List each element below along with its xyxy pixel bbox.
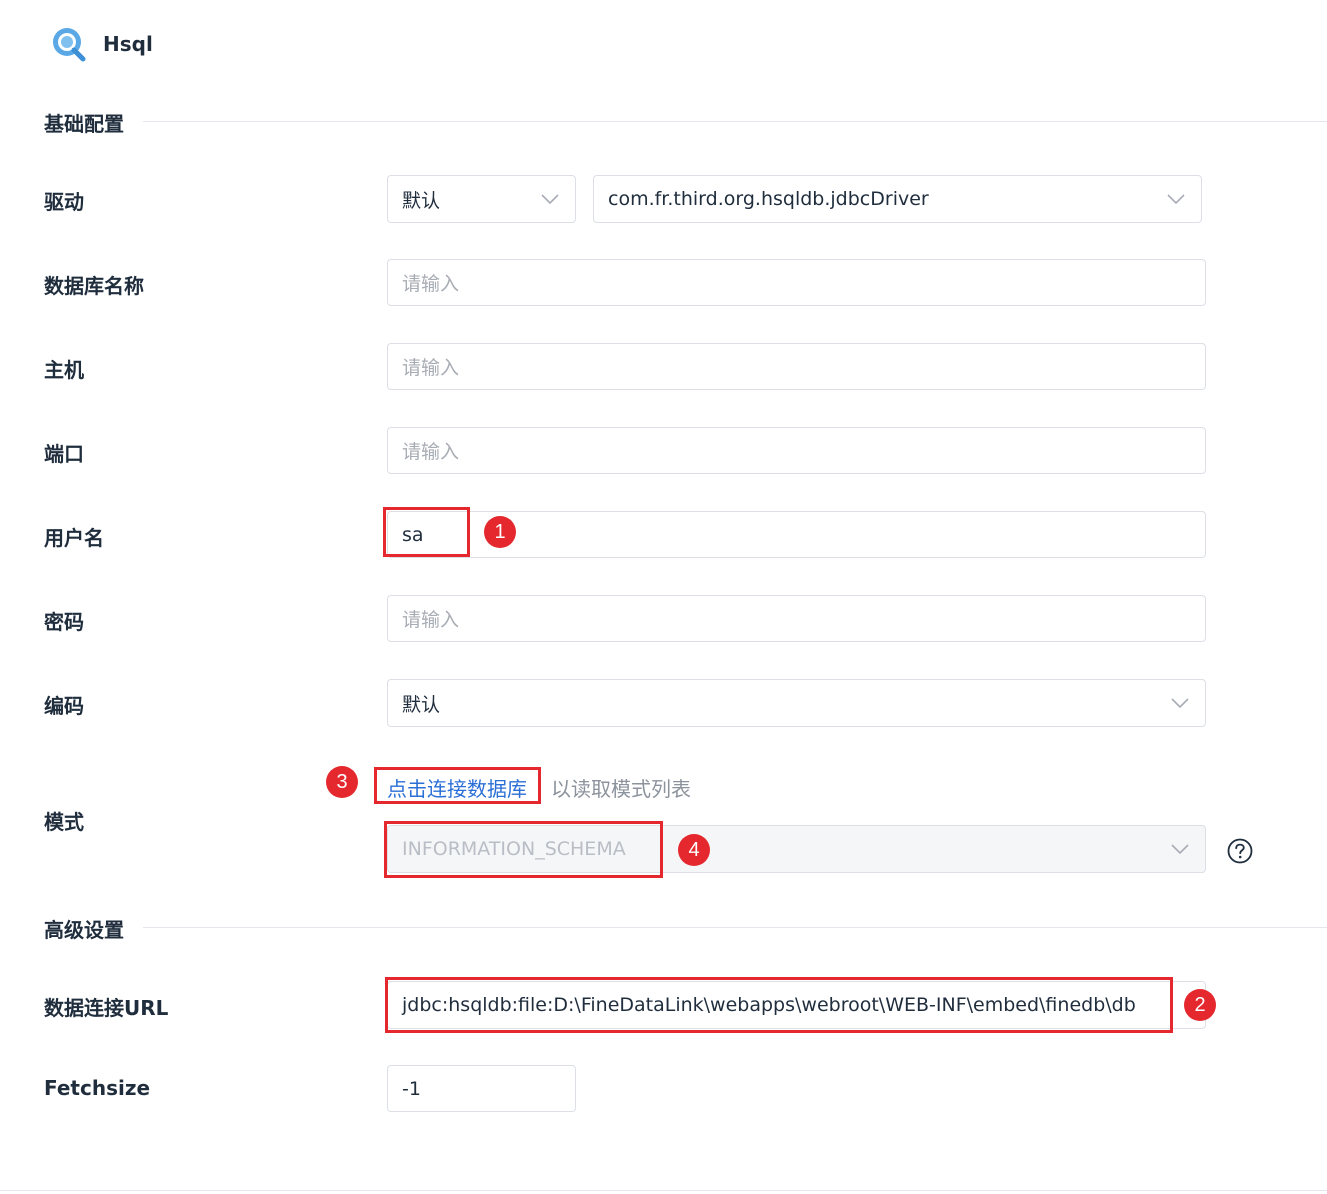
annotation-badge-2: 2	[1184, 989, 1216, 1021]
password-placeholder: 请输入	[402, 609, 460, 631]
label-url: 数据连接URL	[44, 996, 169, 1020]
bottom-divider	[0, 1190, 1327, 1191]
section-divider	[143, 121, 1327, 122]
driver-mode-select[interactable]: 默认	[387, 175, 576, 223]
chevron-down-icon	[1171, 698, 1189, 709]
database-name-input[interactable]: 请输入	[387, 259, 1206, 306]
annotation-box-2	[385, 977, 1173, 1033]
label-password: 密码	[44, 610, 84, 634]
host-placeholder: 请输入	[402, 357, 460, 379]
label-driver: 驱动	[44, 190, 84, 214]
label-username: 用户名	[44, 526, 104, 550]
label-fetchsize: Fetchsize	[44, 1076, 151, 1100]
driver-class-value: com.fr.third.org.hsqldb.jdbcDriver	[608, 188, 929, 210]
annotation-badge-1: 1	[484, 516, 516, 548]
port-placeholder: 请输入	[402, 441, 460, 463]
label-encoding: 编码	[44, 694, 84, 718]
fetchsize-value: -1	[402, 1077, 421, 1100]
connect-database-link[interactable]: 点击连接数据库	[387, 773, 527, 802]
section-divider	[143, 927, 1327, 928]
fetchsize-input[interactable]: -1	[387, 1065, 576, 1112]
label-host: 主机	[44, 358, 84, 382]
chevron-down-icon	[541, 194, 559, 205]
label-port: 端口	[44, 442, 84, 466]
chevron-down-icon	[1167, 194, 1185, 205]
app-title: Hsql	[103, 32, 153, 56]
annotation-box-1	[383, 507, 470, 557]
encoding-select[interactable]: 默认	[387, 679, 1206, 727]
question-circle-icon[interactable]	[1227, 838, 1253, 864]
port-input[interactable]: 请输入	[387, 427, 1206, 474]
chevron-down-icon	[1171, 844, 1189, 855]
driver-class-select[interactable]: com.fr.third.org.hsqldb.jdbcDriver	[593, 175, 1202, 223]
section-title-advanced: 高级设置	[44, 918, 124, 942]
host-input[interactable]: 请输入	[387, 343, 1206, 390]
connect-database-hint: 以读取模式列表	[551, 777, 691, 801]
label-schema: 模式	[44, 810, 84, 834]
annotation-box-4	[384, 821, 663, 878]
section-title-basic: 基础配置	[44, 112, 124, 136]
hsql-logo-icon	[53, 28, 86, 62]
encoding-value: 默认	[402, 693, 441, 716]
database-name-placeholder: 请输入	[402, 273, 460, 295]
label-database-name: 数据库名称	[44, 274, 144, 298]
password-input[interactable]: 请输入	[387, 595, 1206, 642]
annotation-badge-3: 3	[326, 766, 358, 798]
annotation-badge-4: 4	[678, 834, 710, 866]
driver-mode-value: 默认	[402, 189, 441, 212]
